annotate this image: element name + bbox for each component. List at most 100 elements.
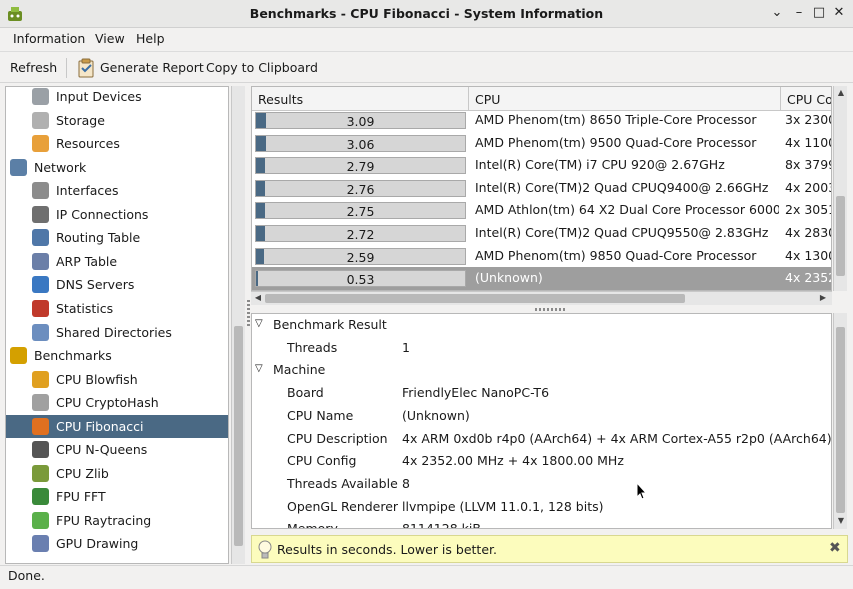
sidebar-item-interfaces[interactable]: Interfaces — [6, 179, 228, 202]
sidebar-item-cpu-blowfish[interactable]: CPU Blowfish — [6, 368, 228, 391]
generate-report-button[interactable]: Generate Report — [100, 60, 204, 75]
sidebar-item-input-devices[interactable]: Input Devices — [6, 87, 228, 108]
column-header-cpu-config[interactable]: CPU Co — [781, 87, 831, 111]
details-panel: ▽ Benchmark Result Threads 1 ▽ Machine Board Fr… — [251, 313, 832, 529]
folder-icon — [32, 323, 49, 341]
menu-information[interactable]: Information — [13, 31, 85, 46]
detail-key: CPU Config — [287, 453, 357, 469]
connections-icon — [32, 205, 49, 223]
sidebar-item-gpu-drawing[interactable]: GPU Drawing — [6, 532, 228, 555]
expander-icon[interactable]: ▽ — [255, 363, 263, 385]
dns-icon — [32, 276, 49, 294]
result-bar: 2.79 — [255, 157, 466, 175]
sidebar-item-statistics[interactable]: Statistics — [6, 297, 228, 320]
maximize-icon[interactable]: □ — [812, 6, 826, 20]
sidebar-item-shared-directories[interactable]: Shared Directories — [6, 321, 228, 344]
sidebar-item-routing-table[interactable]: Routing Table — [6, 226, 228, 249]
close-icon[interactable]: ✕ — [832, 6, 846, 20]
table-row[interactable]: 2.76 Intel(R) Core(TM)2 Quad CPUQ9400@ 2.… — [252, 177, 832, 200]
sidebar-item-fpu-raytracing[interactable]: FPU Raytracing — [6, 509, 228, 532]
cpu-config-cell: 8x 3799 — [785, 157, 832, 173]
info-bar: Results in seconds. Lower is better. ✖ — [251, 535, 848, 563]
status-bar: Done. — [0, 565, 853, 589]
table-row[interactable]: 2.59 AMD Phenom(tm) 9850 Quad-Core Proces… — [252, 245, 831, 268]
result-bar: 0.53 — [255, 270, 466, 288]
copy-to-clipboard-button[interactable]: Copy to Clipboard — [206, 60, 318, 75]
arp-icon — [32, 252, 49, 270]
menu-bar: Information View Help — [0, 28, 853, 50]
title-bar: Benchmarks - CPU Fibonacci - System Info… — [0, 0, 853, 28]
expander-icon[interactable]: ▽ — [255, 318, 263, 340]
column-header-cpu[interactable]: CPU — [469, 87, 781, 111]
table-row[interactable]: 0.53 (Unknown) 4x 2352 — [252, 267, 831, 290]
sidebar-scroll-thumb[interactable] — [234, 326, 243, 546]
refresh-button[interactable]: Refresh — [10, 60, 57, 75]
sidebar-item-cpu-n-queens[interactable]: CPU N-Queens — [6, 438, 228, 461]
details-vertical-scrollbar[interactable]: ▼ — [833, 313, 847, 529]
results-vscroll-thumb[interactable] — [836, 196, 845, 276]
results-hscroll-thumb[interactable] — [265, 294, 685, 303]
zlib-icon — [32, 464, 49, 482]
result-bar: 3.06 — [255, 134, 466, 152]
sidebar-item-storage[interactable]: Storage — [6, 109, 228, 132]
sidebar-item-cpu-cryptohash[interactable]: CPU CryptoHash — [6, 391, 228, 414]
sidebar-item-network[interactable]: Network — [6, 156, 228, 179]
result-value: 2.76 — [346, 181, 375, 197]
sidebar-item-label: Resources — [56, 136, 120, 152]
sidebar-resize-handle[interactable] — [247, 300, 250, 328]
minimize-icon[interactable]: – — [792, 6, 806, 20]
cpu-name-cell: AMD Phenom(tm) 9500 Quad-Core Processor — [475, 134, 757, 150]
detail-value: 4x ARM 0xd0b r4p0 (AArch64) + 4x ARM Cor… — [402, 430, 832, 446]
blowfish-icon — [32, 370, 49, 388]
scroll-up-icon[interactable]: ▲ — [835, 87, 847, 99]
sidebar-item-arp-table[interactable]: ARP Table — [6, 250, 228, 273]
menu-view[interactable]: View — [95, 31, 125, 46]
section-header[interactable]: Machine — [273, 362, 325, 384]
menu-help[interactable]: Help — [136, 31, 165, 46]
table-row[interactable]: 3.06 AMD Phenom(tm) 9500 Quad-Core Proces… — [252, 132, 832, 155]
detail-key: OpenGL Renderer — [287, 498, 399, 514]
cpu-name-cell: AMD Phenom(tm) 8650 Triple-Core Processo… — [475, 112, 757, 127]
keyboard-icon — [32, 88, 49, 105]
interfaces-icon — [32, 182, 49, 200]
result-value: 2.75 — [346, 204, 375, 220]
cpu-config-cell: 4x 2003 — [785, 179, 832, 195]
sidebar-item-dns-servers[interactable]: DNS Servers — [6, 273, 228, 296]
window-menu-icon[interactable]: ⌄ — [770, 6, 784, 20]
sidebar-item-label: CPU Fibonacci — [56, 418, 144, 434]
sidebar-item-cpu-zlib[interactable]: CPU Zlib — [6, 462, 228, 485]
pane-resize-handle[interactable] — [535, 308, 567, 311]
results-horizontal-scrollbar[interactable]: ◀ ▶ — [251, 291, 832, 305]
table-row[interactable]: 2.75 AMD Athlon(tm) 64 X2 Dual Core Proce… — [252, 199, 831, 222]
section-header[interactable]: Benchmark Result — [273, 317, 387, 339]
gpu-icon — [32, 535, 49, 553]
column-header-results[interactable]: Results — [252, 87, 469, 111]
detail-key: Threads Available — [287, 475, 398, 491]
cpu-name-cell: AMD Phenom(tm) 9850 Quad-Core Processor — [475, 247, 757, 263]
network-icon — [10, 158, 27, 176]
sidebar-item-fpu-fft[interactable]: FPU FFT — [6, 485, 228, 508]
cpu-config-cell: 3x 2300 — [785, 112, 832, 127]
details-vscroll-thumb[interactable] — [836, 327, 845, 513]
sidebar-item-label: CPU Blowfish — [56, 371, 138, 387]
close-info-icon[interactable]: ✖ — [829, 540, 841, 556]
table-row[interactable]: 2.72 Intel(R) Core(TM)2 Quad CPUQ9550@ 2.… — [252, 222, 831, 245]
sidebar-item-ip-connections[interactable]: IP Connections — [6, 203, 228, 226]
scroll-left-icon[interactable]: ◀ — [252, 292, 264, 304]
sidebar-item-label: Network — [34, 159, 87, 175]
scroll-right-icon[interactable]: ▶ — [817, 292, 829, 304]
sidebar-item-benchmarks[interactable]: Benchmarks — [6, 344, 228, 367]
sidebar-scrollbar[interactable] — [231, 86, 245, 564]
cpu-config-cell: 4x 1100 — [785, 134, 832, 150]
cpu-name-cell: Intel(R) Core(TM)2 Quad CPUQ9550@ 2.83GH… — [475, 225, 769, 240]
detail-value: 8 — [402, 475, 410, 491]
detail-key: CPU Description — [287, 430, 388, 446]
results-vertical-scrollbar[interactable]: ▲ — [833, 86, 847, 291]
toolbar-separator — [66, 58, 67, 78]
table-row[interactable]: 3.09 AMD Phenom(tm) 8650 Triple-Core Proc… — [252, 109, 832, 132]
sidebar-item-cpu-fibonacci[interactable]: CPU Fibonacci — [6, 414, 228, 438]
cpu-name-cell: AMD Athlon(tm) 64 X2 Dual Core Processor… — [475, 202, 779, 218]
table-row[interactable]: 2.79 Intel(R) Core(TM) i7 CPU 920@ 2.67GH… — [252, 154, 832, 177]
sidebar-item-resources[interactable]: Resources — [6, 132, 228, 155]
scroll-down-icon[interactable]: ▼ — [835, 515, 847, 527]
